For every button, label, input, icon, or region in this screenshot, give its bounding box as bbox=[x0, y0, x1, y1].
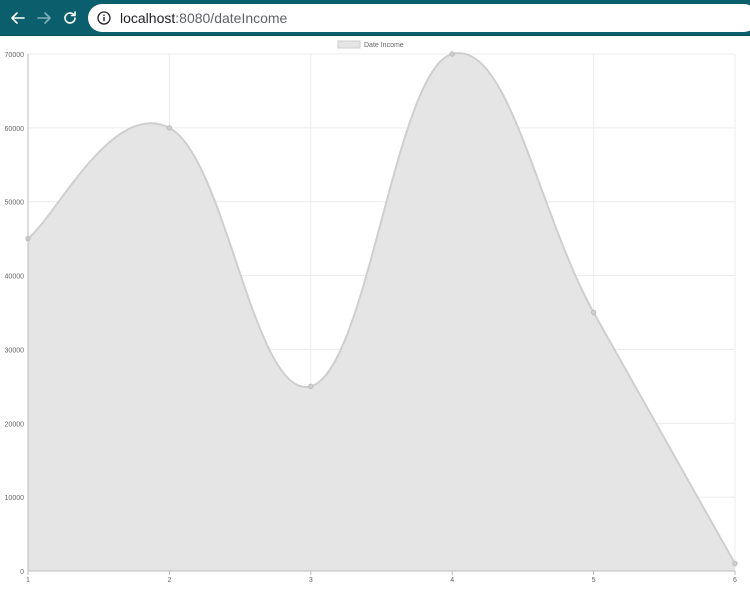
y-tick-label: 40000 bbox=[5, 274, 25, 281]
address-bar[interactable]: localhost:8080/dateIncome bbox=[88, 4, 750, 32]
back-button[interactable] bbox=[6, 6, 30, 30]
x-tick-label: 6 bbox=[733, 577, 737, 584]
y-tick-label: 30000 bbox=[5, 347, 25, 354]
data-point[interactable] bbox=[590, 309, 597, 316]
y-tick-label: 70000 bbox=[5, 52, 25, 59]
browser-toolbar: localhost:8080/dateIncome bbox=[0, 0, 750, 36]
x-tick-label: 4 bbox=[450, 577, 454, 584]
data-point[interactable] bbox=[308, 383, 314, 390]
y-tick-label: 50000 bbox=[5, 200, 25, 207]
series-area-fill bbox=[28, 53, 735, 572]
y-tick-label: 20000 bbox=[5, 421, 25, 428]
legend-swatch bbox=[337, 40, 361, 49]
info-icon[interactable] bbox=[96, 10, 112, 26]
url-text[interactable]: localhost:8080/dateIncome bbox=[120, 10, 287, 26]
chart-area: 0 10000 20000 30000 40000 50000 60000 70000 1 2 3 4… bbox=[0, 36, 750, 598]
url-host: localhost bbox=[120, 10, 176, 26]
arrow-right-icon bbox=[37, 12, 51, 24]
x-tick-label: 5 bbox=[592, 577, 596, 584]
forward-button[interactable] bbox=[32, 6, 56, 30]
area-chart: 0 10000 20000 30000 40000 50000 60000 70000 1 2 3 4… bbox=[5, 40, 738, 584]
x-tick-label: 3 bbox=[309, 577, 313, 584]
y-tick-label: 10000 bbox=[5, 495, 25, 502]
x-tick-label: 1 bbox=[26, 577, 30, 584]
arrow-left-icon bbox=[11, 12, 25, 24]
legend: Date Income bbox=[337, 40, 404, 49]
data-point[interactable] bbox=[732, 560, 738, 567]
data-point[interactable] bbox=[166, 125, 173, 131]
legend-label: Date Income bbox=[364, 42, 404, 49]
reload-icon bbox=[64, 11, 76, 24]
url-path: :8080/dateIncome bbox=[175, 10, 288, 26]
y-tick-label: 0 bbox=[20, 569, 24, 576]
series-area bbox=[27, 52, 736, 572]
x-tick-label: 2 bbox=[167, 577, 171, 584]
y-tick-label: 60000 bbox=[5, 126, 25, 133]
data-point[interactable] bbox=[449, 51, 455, 57]
reload-button[interactable] bbox=[58, 6, 82, 30]
